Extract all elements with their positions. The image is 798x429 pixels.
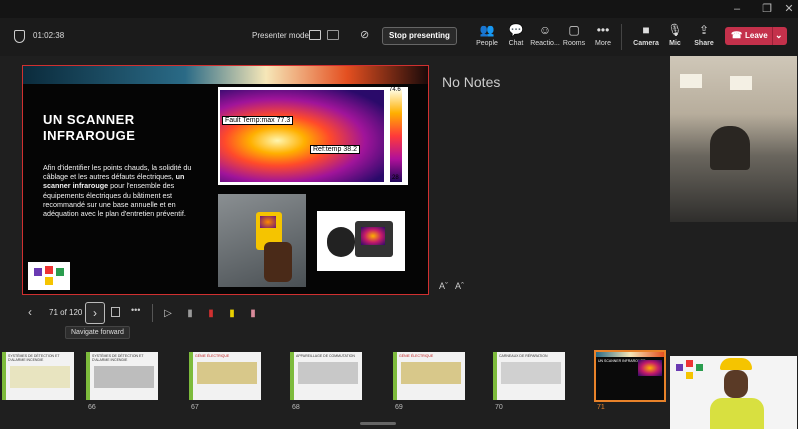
tooltip: Navigate forward [65,326,130,339]
slide-banner [23,66,428,84]
safety-vest [710,398,764,429]
ref-temp-label: Ref:temp 38.2 [310,145,360,154]
share-button[interactable]: ⇪ Share [687,18,721,56]
thumbnail-69[interactable]: GÉNIE ÉLECTRIQUE [393,352,465,400]
share-icon: ⇪ [698,23,710,37]
navigate-forward-button[interactable]: › [85,302,105,324]
notes-placeholder: No Notes [442,74,501,90]
current-slide: UN SCANNER INFRAROUGE Afin d'identifier … [22,65,429,295]
scroll-handle[interactable] [360,422,396,425]
thumbnail-71-active[interactable]: UN SCANNER INFRAROUGE [594,350,666,402]
more-button[interactable]: ••• More [586,18,620,56]
fault-temp-label: Fault Temp:max 77.3 [222,116,294,125]
hide-icon[interactable]: ⊘ [360,28,369,41]
slide-title-line1: UN SCANNER [43,112,135,127]
thumbnail-67[interactable]: GÉNIE ÉLECTRIQUE [189,352,261,400]
self-video[interactable] [670,356,797,429]
pointer-icon[interactable]: ▷ [161,306,175,322]
meeting-timer: 01:02:38 [33,31,65,40]
eraser-icon[interactable]: ▮ [246,306,260,322]
slide-counter: 71 of 120 [49,308,83,317]
temperature-scale [390,90,402,182]
presenter-layout-icon[interactable] [309,30,321,40]
electrician-photo [218,194,306,287]
pen-gray-icon[interactable]: ▮ [183,306,197,322]
thumbnail-68[interactable]: APPAREILLAGE DE COMMUTATION [290,352,362,400]
meeting-toolbar: 01:02:38 Presenter mode ⊘ Stop presentin… [0,18,798,56]
participant-video-classroom[interactable] [670,56,797,222]
slide-title-line2: INFRAROUGE [43,128,136,143]
highlighter-icon[interactable]: ▮ [225,306,239,322]
minimize-icon[interactable]: – [730,2,744,16]
title-bar: – ❐ ✕ [0,0,798,18]
hard-hat [720,358,752,370]
shield-icon [14,30,25,43]
thermal-image: 74.6 28 Fault Temp:max 77.3 Ref:temp 38.… [218,87,408,185]
chevron-down-icon[interactable]: ⌄ [775,30,783,41]
logo [28,262,70,290]
more-icon: ••• [596,23,610,37]
thumbnail-70[interactable]: CARNEAUX DE RÉPARATION [493,352,565,400]
leave-button[interactable]: ☎ Leave ⌄ [725,27,787,45]
presenter-face [724,370,748,398]
thumbnail-65[interactable]: SYSTÈMES DE DÉTECTION ET D'ALARME INCEND… [2,352,74,400]
slides-grid-icon[interactable] [111,307,120,317]
stop-presenting-button[interactable]: Stop presenting [382,27,457,45]
decrease-font-button[interactable]: Aˇ [439,281,448,291]
thumbnail-66[interactable]: SYSTÈMES DE DÉTECTION ET D'ALARME INCEND… [86,352,158,400]
close-icon[interactable]: ✕ [782,2,796,16]
increase-font-button[interactable]: Aˆ [455,281,464,291]
presenter-logo [674,360,708,384]
thermal-camera-photo [317,211,405,271]
toolbar-divider [621,24,622,50]
more-options-icon[interactable]: ••• [131,305,140,315]
presenter-layout-alt-icon[interactable] [327,30,339,40]
phone-icon: ☎ [731,30,743,40]
navigate-back-button[interactable]: ‹ [28,305,32,319]
presenter-mode-label: Presenter mode [252,31,309,40]
pen-red-icon[interactable]: ▮ [204,306,218,322]
maximize-icon[interactable]: ❐ [760,2,774,16]
slide-body: Afin d'identifier les points chauds, la … [43,163,192,219]
